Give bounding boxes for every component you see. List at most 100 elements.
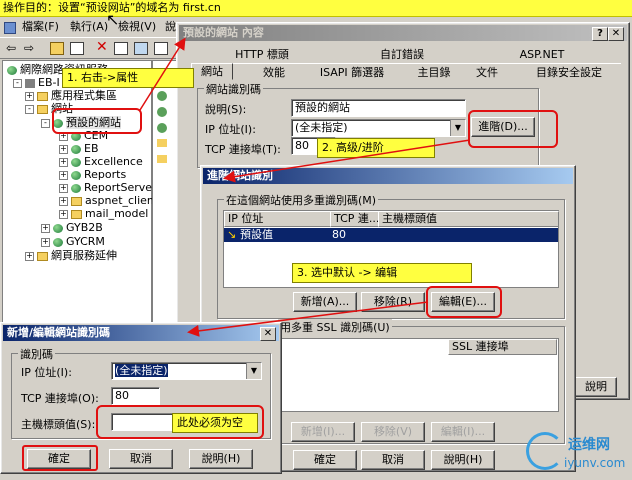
tab-http-headers[interactable]: HTTP 標頭 <box>217 47 307 62</box>
host-label: 主機標頭值(S): <box>21 418 96 431</box>
tab-row-divider <box>191 63 621 64</box>
collapse-icon[interactable]: - <box>25 104 34 114</box>
tree-child[interactable]: + Reports <box>59 168 126 181</box>
tab-performance[interactable]: 效能 <box>249 65 299 80</box>
multi-id-label: 在這個網站使用多重識別碼(M) <box>224 192 379 208</box>
tree-service-ext[interactable]: + 網頁服務延伸 <box>25 249 117 262</box>
tab-isapi[interactable]: ISAPI 篩選器 <box>307 65 397 80</box>
website-id-label: 網站識別碼 <box>204 81 263 97</box>
highlight-edit <box>426 286 502 318</box>
highlight-advanced <box>468 110 558 148</box>
properties-title: 預設的網站 內容 <box>183 26 264 39</box>
remove-button[interactable]: 移除(R) <box>361 292 425 312</box>
up-folder-icon[interactable] <box>50 42 64 55</box>
menu-action[interactable]: 執行(A) <box>70 19 108 35</box>
chevron-down-icon[interactable]: ▼ <box>246 363 261 379</box>
cancel-button[interactable]: 取消 <box>109 449 173 469</box>
note-step1: 1. 右击->属性 <box>62 68 194 88</box>
tree-child[interactable]: + ReportServer <box>59 181 157 194</box>
help-button[interactable]: 說明 <box>575 377 617 397</box>
ip-label: IP 位址(I): <box>205 123 256 136</box>
web-folder-icon <box>71 144 81 154</box>
menu-view[interactable]: 檢視(V) <box>118 19 156 35</box>
watermark-line1: 运维网 <box>568 437 610 453</box>
advanced-title: 進階網站識別 <box>207 169 273 182</box>
col-host[interactable]: 主機標頭值 <box>378 211 559 227</box>
refresh-icon[interactable] <box>134 42 148 55</box>
note-step3: 3. 选中默认 -> 编辑 <box>292 263 472 283</box>
chevron-down-icon[interactable]: ▼ <box>450 120 465 136</box>
col-ssl[interactable]: SSL 連接埠 <box>448 339 557 355</box>
folder-icon <box>157 155 167 163</box>
properties-icon[interactable] <box>114 42 128 55</box>
ssl-edit-button[interactable]: 編輯(I)... <box>431 422 495 442</box>
folder-icon <box>71 196 82 206</box>
tree-child[interactable]: + mail_model <box>59 207 148 220</box>
web-folder-icon <box>71 170 81 180</box>
tree-app-pools[interactable]: + 應用程式集區 <box>25 89 117 102</box>
tree-child[interactable]: + EB <box>59 142 99 155</box>
menu-help[interactable]: 說 <box>165 19 176 35</box>
ssl-add-button[interactable]: 新增(I)... <box>291 422 355 442</box>
note-step2: 2. 高级/进阶 <box>317 138 435 158</box>
tree-child[interactable]: + aspnet_client <box>59 194 158 207</box>
close-icon[interactable]: ✕ <box>608 27 624 41</box>
table-row[interactable]: ↘ 預設值 80 <box>224 228 558 242</box>
tab-home-dir[interactable]: 主目錄 <box>409 65 459 80</box>
ip-select[interactable]: (全未指定) ▼ <box>111 362 262 380</box>
desc-input[interactable]: 預設的網站 <box>291 99 466 117</box>
collapse-icon[interactable]: - <box>41 118 50 128</box>
purpose-banner: 操作目的：设置“预设网站”的域名为 first.cn <box>0 0 632 17</box>
folder-icon <box>37 251 48 261</box>
help-button[interactable]: 說明(H) <box>189 449 253 469</box>
watermark: 运维网 iyunv.com <box>520 428 630 478</box>
tree-server[interactable]: - EB-I <box>13 76 60 89</box>
delete-icon[interactable]: ✕ <box>96 39 108 55</box>
edit-title: 新增/編輯網站識別碼 <box>7 326 111 339</box>
add-button[interactable]: 新增(A)... <box>293 292 357 312</box>
expand-icon[interactable]: + <box>25 91 34 101</box>
folder-icon <box>37 91 48 101</box>
watermark-logo-icon <box>526 432 564 470</box>
tcp-label: TCP 連接埠(T): <box>205 143 281 156</box>
menu-file[interactable]: 檔案(F) <box>22 19 59 35</box>
server-icon <box>25 78 35 88</box>
back-icon[interactable]: ⇦ <box>6 41 16 55</box>
show-tree-icon[interactable] <box>70 42 84 55</box>
globe-icon <box>53 237 63 247</box>
ssl-remove-button[interactable]: 移除(V) <box>361 422 425 442</box>
advanced-titlebar: 進階網站識別 <box>203 168 573 184</box>
watermark-line2: iyunv.com <box>564 456 626 470</box>
export-icon[interactable] <box>154 42 168 55</box>
tcp-input[interactable]: 80 <box>111 387 160 405</box>
web-folder-icon <box>71 157 81 167</box>
tab-custom-errors[interactable]: 自訂錯誤 <box>357 47 447 62</box>
cell-ip: 預設值 <box>240 228 273 241</box>
tree-site[interactable]: + GYB2B <box>41 221 103 234</box>
help-button[interactable]: 說明(H) <box>431 450 495 470</box>
folder-icon <box>37 104 48 114</box>
collapse-icon[interactable]: - <box>13 78 22 88</box>
tab-aspnet[interactable]: ASP.NET <box>497 47 587 62</box>
id-group-label: 識別碼 <box>18 346 55 362</box>
menu-icon <box>4 22 16 34</box>
globe-icon <box>53 223 63 233</box>
tree-child[interactable]: + Excellence <box>59 155 143 168</box>
col-ip[interactable]: IP 位址 <box>224 211 331 227</box>
web-folder-icon <box>71 183 81 193</box>
ssl-group-label: 用多重 SSL 識別碼(U) <box>278 319 392 335</box>
ip-label: IP 位址(I): <box>21 366 72 379</box>
ok-button[interactable]: 確定 <box>293 450 357 470</box>
forward-icon[interactable]: ⇨ <box>24 41 34 55</box>
tab-website[interactable]: 網站 <box>191 63 233 80</box>
tab-documents[interactable]: 文件 <box>467 65 507 80</box>
cancel-button[interactable]: 取消 <box>361 450 425 470</box>
cell-tcp: 80 <box>332 228 346 241</box>
help-title-icon[interactable]: ? <box>592 27 608 41</box>
col-tcp[interactable]: TCP 連... <box>330 211 379 227</box>
close-icon[interactable]: ✕ <box>260 327 276 341</box>
tab-dir-security[interactable]: 目錄安全設定 <box>527 65 611 80</box>
ip-select[interactable]: (全未指定) ▼ <box>291 119 466 137</box>
tree-pane: 網際網路資訊服務 -EB-I +應用程式集區 -網站 -預設的網站 +CEM +… <box>2 60 158 328</box>
tree-site[interactable]: + GYCRM <box>41 235 105 248</box>
